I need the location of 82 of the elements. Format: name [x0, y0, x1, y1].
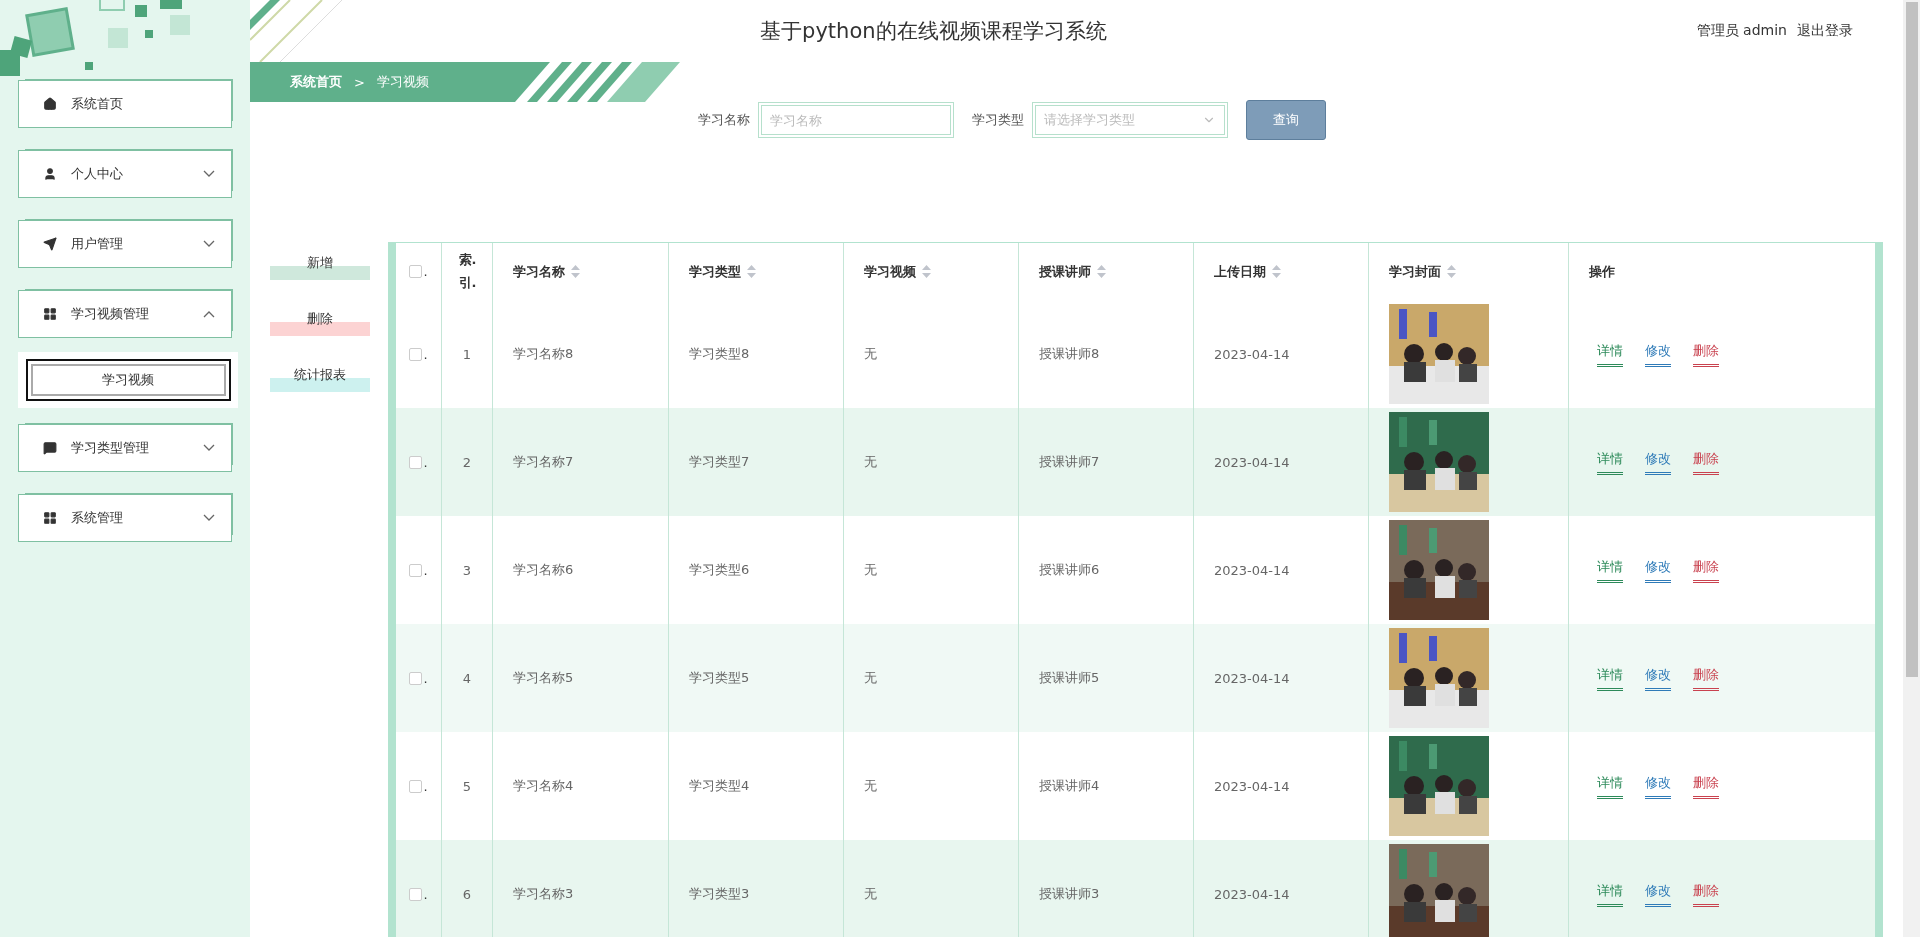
column-header[interactable]: 上传日期: [1214, 262, 1266, 281]
grid-icon: [43, 307, 57, 321]
menu-item[interactable]: 个人中心: [18, 150, 232, 198]
menu-item[interactable]: 学习类型管理: [18, 424, 232, 472]
checkbox-mark: .: [423, 778, 428, 794]
sort-icon[interactable]: [747, 265, 756, 278]
row-action-link[interactable]: 详情: [1597, 773, 1623, 799]
row-action-link[interactable]: 修改: [1645, 449, 1671, 475]
menu-item[interactable]: 用户管理: [18, 220, 232, 268]
row-checkbox[interactable]: [409, 779, 423, 793]
menu-item[interactable]: 系统首页: [18, 80, 232, 128]
user-icon: [43, 167, 57, 181]
checkbox-mark: .: [423, 454, 428, 470]
table-cell: 2023-04-14: [1194, 840, 1369, 937]
row-action-link[interactable]: 删除: [1693, 773, 1719, 799]
column-header[interactable]: 学习视频: [864, 262, 916, 281]
row-action-link[interactable]: 删除: [1693, 449, 1719, 475]
user-name: 管理员 admin: [1696, 22, 1787, 40]
logout-link[interactable]: 退出登录: [1797, 22, 1853, 40]
checkbox-mark: .: [423, 264, 428, 279]
sort-icon[interactable]: [922, 265, 931, 278]
row-action-link[interactable]: 修改: [1645, 557, 1671, 583]
menu-item[interactable]: 系统管理: [18, 494, 232, 542]
table-cell: 学习类型3: [669, 840, 844, 937]
checkbox-mark: .: [423, 346, 428, 362]
row-checkbox[interactable]: [409, 887, 423, 901]
table-cell: 6: [442, 840, 493, 937]
home-icon: [43, 97, 57, 111]
row-checkbox[interactable]: [409, 347, 423, 361]
breadcrumb-separator: >: [354, 74, 365, 90]
row-action-link[interactable]: 删除: [1693, 341, 1719, 367]
sort-icon[interactable]: [571, 265, 580, 278]
column-header[interactable]: 学习封面: [1389, 262, 1441, 281]
row-checkbox[interactable]: [409, 671, 423, 685]
paper-plane-icon: [43, 237, 57, 251]
column-header: 操作: [1589, 262, 1615, 281]
checkbox-mark: .: [423, 670, 428, 686]
sort-icon[interactable]: [1097, 265, 1106, 278]
field-label: 学习名称: [697, 111, 750, 129]
page-title: 基于python的在线视频课程学习系统: [759, 18, 1108, 45]
sort-icon[interactable]: [1447, 265, 1456, 278]
chat-icon: [43, 441, 57, 455]
row-action-link[interactable]: 删除: [1693, 665, 1719, 691]
row-action-link[interactable]: 详情: [1597, 665, 1623, 691]
column-header[interactable]: 授课讲师: [1039, 262, 1091, 281]
menu-label: 用户管理: [71, 235, 124, 253]
menu-label: 个人中心: [71, 165, 124, 183]
row-action-link[interactable]: 修改: [1645, 341, 1671, 367]
row-action-link[interactable]: 删除: [1693, 557, 1719, 583]
row-action-link[interactable]: 详情: [1597, 881, 1623, 907]
row-checkbox[interactable]: [409, 563, 423, 577]
menu-item[interactable]: 学习视频管理: [18, 290, 232, 338]
row-action-link[interactable]: 删除: [1693, 881, 1719, 907]
submenu-item[interactable]: 学习视频: [25, 359, 231, 401]
menu-label: 学习视频管理: [71, 305, 150, 323]
breadcrumb-current: 学习视频: [376, 73, 429, 91]
sort-icon[interactable]: [1272, 265, 1281, 278]
menu-label: 系统首页: [71, 95, 124, 113]
row-action-link[interactable]: 修改: [1645, 773, 1671, 799]
row-action-link[interactable]: 详情: [1597, 341, 1623, 367]
row-checkbox[interactable]: [409, 455, 423, 469]
grid-icon: [43, 511, 57, 525]
table-cell: 学习名称3: [493, 840, 669, 937]
row-action-link[interactable]: 修改: [1645, 665, 1671, 691]
column-header: 索.引.: [458, 251, 476, 292]
column-header[interactable]: 学习类型: [689, 262, 741, 281]
menu-label: 学习类型管理: [71, 439, 150, 457]
breadcrumb-link[interactable]: 系统首页: [290, 73, 342, 91]
query-button[interactable]: 查询: [1245, 100, 1326, 140]
select-all-checkbox[interactable]: [409, 265, 423, 278]
search-field[interactable]: 学习名称: [760, 105, 951, 135]
row-action-link[interactable]: 详情: [1597, 557, 1623, 583]
table-cell: 授课讲师3: [1019, 840, 1194, 937]
field-label: 学习类型: [971, 111, 1024, 129]
checkbox-mark: .: [423, 562, 428, 578]
row-action-link[interactable]: 修改: [1645, 881, 1671, 907]
row-action-link[interactable]: 详情: [1597, 449, 1623, 475]
menu-label: 系统管理: [71, 509, 124, 527]
table-cell: 无: [844, 840, 1019, 937]
column-header[interactable]: 学习名称: [513, 262, 565, 281]
checkbox-mark: .: [423, 886, 428, 902]
scrollbar[interactable]: [1903, 0, 1920, 937]
